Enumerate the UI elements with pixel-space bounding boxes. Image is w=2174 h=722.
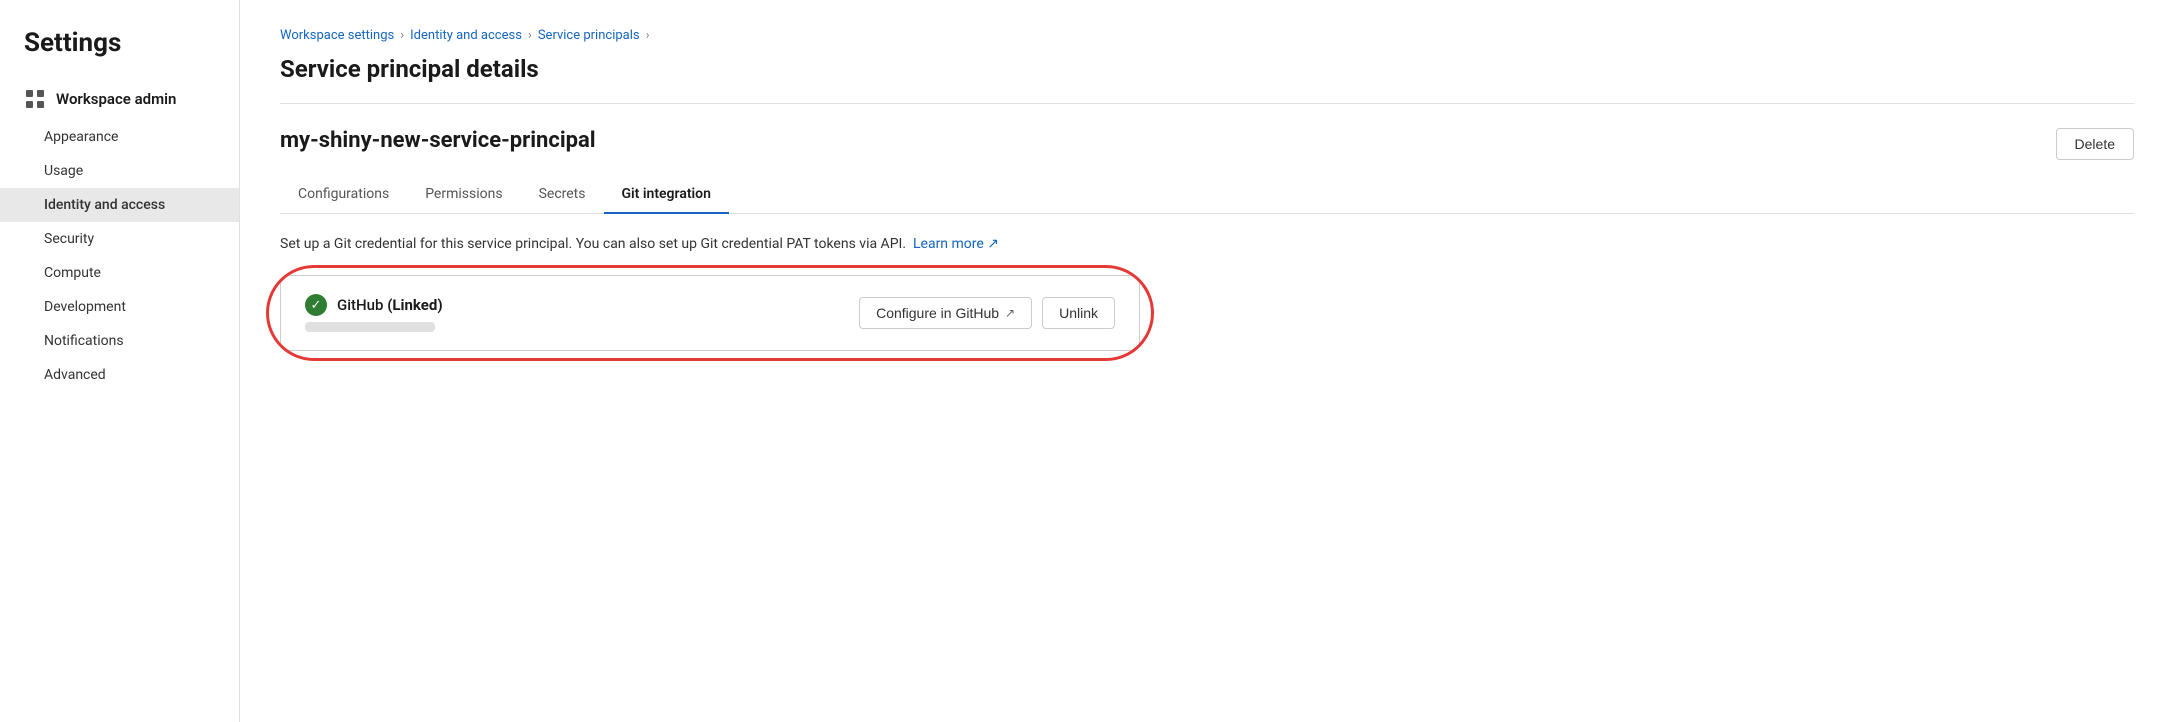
page-title: Service principal details bbox=[280, 55, 2134, 104]
github-label: GitHub (Linked) bbox=[337, 296, 443, 314]
tab-git-integration[interactable]: Git integration bbox=[604, 176, 729, 214]
learn-more-link[interactable]: Learn more ↗ bbox=[913, 236, 999, 252]
git-card-wrapper: ✓ GitHub (Linked) Configure in GitHub ↗ … bbox=[280, 275, 1140, 351]
delete-button[interactable]: Delete bbox=[2056, 128, 2134, 160]
workspace-section: Workspace admin Appearance Usage Identit… bbox=[0, 78, 239, 392]
breadcrumb-sep-2: › bbox=[528, 28, 532, 43]
sidebar: Settings Workspace admin Appearance Usag… bbox=[0, 0, 240, 722]
git-card: ✓ GitHub (Linked) Configure in GitHub ↗ … bbox=[280, 275, 1140, 351]
sp-name: my-shiny-new-service-principal bbox=[280, 128, 596, 153]
sidebar-item-development[interactable]: Development bbox=[0, 290, 239, 324]
sidebar-item-identity-and-access[interactable]: Identity and access bbox=[0, 188, 239, 222]
configure-external-icon: ↗ bbox=[1005, 306, 1015, 320]
sp-header: my-shiny-new-service-principal Delete bbox=[280, 128, 2134, 160]
git-card-left: ✓ GitHub (Linked) bbox=[305, 294, 443, 332]
sidebar-item-advanced[interactable]: Advanced bbox=[0, 358, 239, 392]
git-description: Set up a Git credential for this service… bbox=[280, 234, 2134, 255]
breadcrumb-sep-1: › bbox=[400, 28, 404, 43]
sidebar-item-security[interactable]: Security bbox=[0, 222, 239, 256]
breadcrumb: Workspace settings › Identity and access… bbox=[280, 28, 2134, 43]
sidebar-item-notifications[interactable]: Notifications bbox=[0, 324, 239, 358]
external-link-icon: ↗ bbox=[987, 236, 999, 252]
git-card-actions: Configure in GitHub ↗ Unlink bbox=[859, 297, 1115, 329]
settings-title: Settings bbox=[0, 28, 239, 78]
sidebar-item-usage[interactable]: Usage bbox=[0, 154, 239, 188]
git-card-title: ✓ GitHub (Linked) bbox=[305, 294, 443, 316]
git-subtitle-redacted bbox=[305, 322, 435, 332]
tabs: Configurations Permissions Secrets Git i… bbox=[280, 176, 2134, 214]
workspace-icon bbox=[24, 88, 46, 110]
breadcrumb-sep-3: › bbox=[646, 28, 650, 43]
main-content: Workspace settings › Identity and access… bbox=[240, 0, 2174, 722]
configure-github-button[interactable]: Configure in GitHub ↗ bbox=[859, 297, 1032, 329]
sidebar-item-appearance[interactable]: Appearance bbox=[0, 120, 239, 154]
tab-permissions[interactable]: Permissions bbox=[407, 176, 520, 214]
linked-check-icon: ✓ bbox=[305, 294, 327, 316]
workspace-admin-label: Workspace admin bbox=[56, 90, 176, 108]
workspace-admin-item[interactable]: Workspace admin bbox=[0, 78, 239, 120]
tab-configurations[interactable]: Configurations bbox=[280, 176, 407, 214]
breadcrumb-workspace-settings[interactable]: Workspace settings bbox=[280, 28, 394, 43]
sidebar-item-compute[interactable]: Compute bbox=[0, 256, 239, 290]
tab-secrets[interactable]: Secrets bbox=[521, 176, 604, 214]
breadcrumb-identity-and-access[interactable]: Identity and access bbox=[410, 28, 522, 43]
breadcrumb-service-principals[interactable]: Service principals bbox=[538, 28, 640, 43]
unlink-button[interactable]: Unlink bbox=[1042, 297, 1115, 329]
